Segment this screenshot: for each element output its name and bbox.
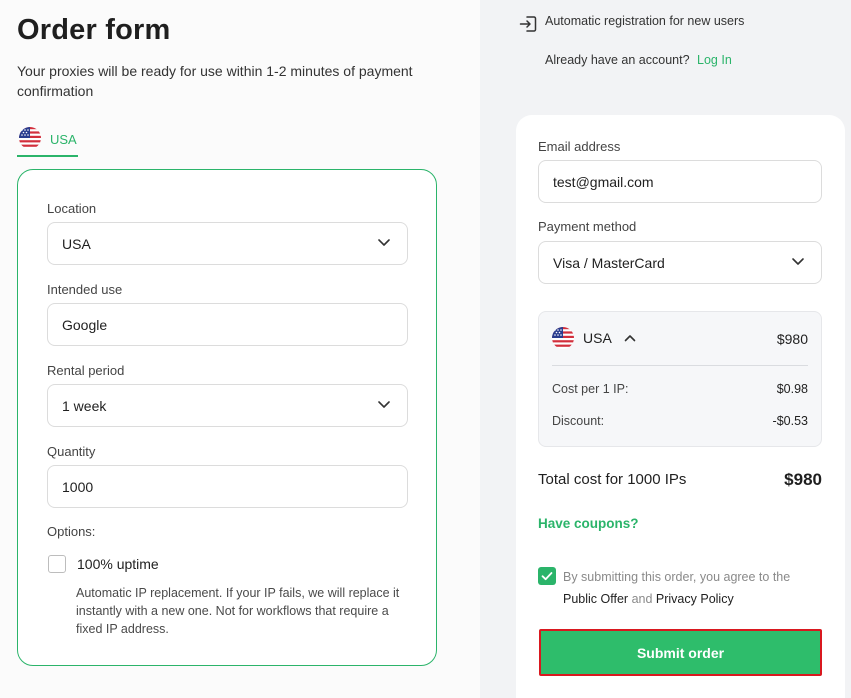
intended-use-label: Intended use [47,282,123,297]
location-label: Location [47,201,97,216]
page-title: Order form [17,14,171,46]
total-label: Total cost for 1000 IPs [538,471,687,488]
location-select[interactable]: USA [47,222,408,265]
chevron-up-icon [624,335,636,342]
email-value: test@gmail.com [553,173,654,190]
total-value: $980 [784,470,822,489]
cost-per-ip-value: $0.98 [776,382,808,396]
cost-per-ip-label: Cost per 1 IP: [552,382,629,396]
agreement-and: and [631,592,653,606]
summary-toggle[interactable]: USA [552,327,636,349]
payment-method-select[interactable]: Visa / MasterCard [538,241,822,284]
order-summary: USA $980 Cost per 1 IP: $0.98 Discount: … [538,311,822,447]
location-value: USA [62,235,91,252]
summary-divider [552,365,808,366]
options-label: Options: [47,524,96,539]
agreement-prefix: By submitting this order, you agree to t… [563,570,791,584]
rental-period-select[interactable]: 1 week [47,384,408,427]
account-prompt: Already have an account? [545,53,690,67]
discount-value: -$0.53 [772,414,808,428]
us-flag-icon [552,327,574,349]
intended-use-value: Google [62,316,108,333]
quantity-value: 1000 [62,478,94,495]
chevron-down-icon [378,239,390,246]
sign-in-icon [519,16,537,32]
account-prompt-row: Already have an account? Log In [545,53,732,67]
intended-use-input[interactable]: Google [47,303,408,346]
payment-method-label: Payment method [538,219,637,234]
email-label: Email address [538,139,621,154]
tab-usa[interactable]: USA [17,127,78,157]
email-field[interactable]: test@gmail.com [538,160,822,203]
tab-usa-label: USA [50,132,77,147]
privacy-policy-link[interactable]: Privacy Policy [656,592,734,606]
summary-price: $980 [776,331,808,347]
checkout-card: Email address test@gmail.com Payment met… [516,115,845,698]
registration-note: Automatic registration for new users [545,14,745,28]
uptime-description: Automatic IP replacement. If your IP fai… [76,586,400,636]
page-subtitle: Your proxies will be ready for use withi… [17,63,413,99]
quantity-input[interactable]: 1000 [47,465,408,508]
chevron-down-icon [792,258,804,265]
us-flag-icon [19,127,41,149]
public-offer-link[interactable]: Public Offer [563,592,628,606]
proxy-config-card: Location USA Intended use Google Rental … [17,169,437,666]
payment-method-value: Visa / MasterCard [553,254,665,271]
quantity-label: Quantity [47,444,96,459]
uptime-label: 100% uptime [77,556,159,572]
agreement-checkbox[interactable] [538,567,556,585]
uptime-checkbox[interactable] [48,555,66,573]
submit-order-button[interactable]: Submit order [539,629,822,676]
agreement-text: By submitting this order, you agree to t… [563,566,833,610]
checkmark-icon [541,572,553,581]
rental-period-label: Rental period [47,363,125,378]
chevron-down-icon [378,401,390,408]
summary-country: USA [583,330,612,346]
discount-label: Discount: [552,414,605,428]
login-link[interactable]: Log In [697,53,732,67]
have-coupons-link[interactable]: Have coupons? [538,516,639,531]
order-form-panel: Order form Your proxies will be ready fo… [0,0,480,698]
rental-period-value: 1 week [62,397,107,414]
uptime-option[interactable]: 100% uptime [48,555,159,573]
